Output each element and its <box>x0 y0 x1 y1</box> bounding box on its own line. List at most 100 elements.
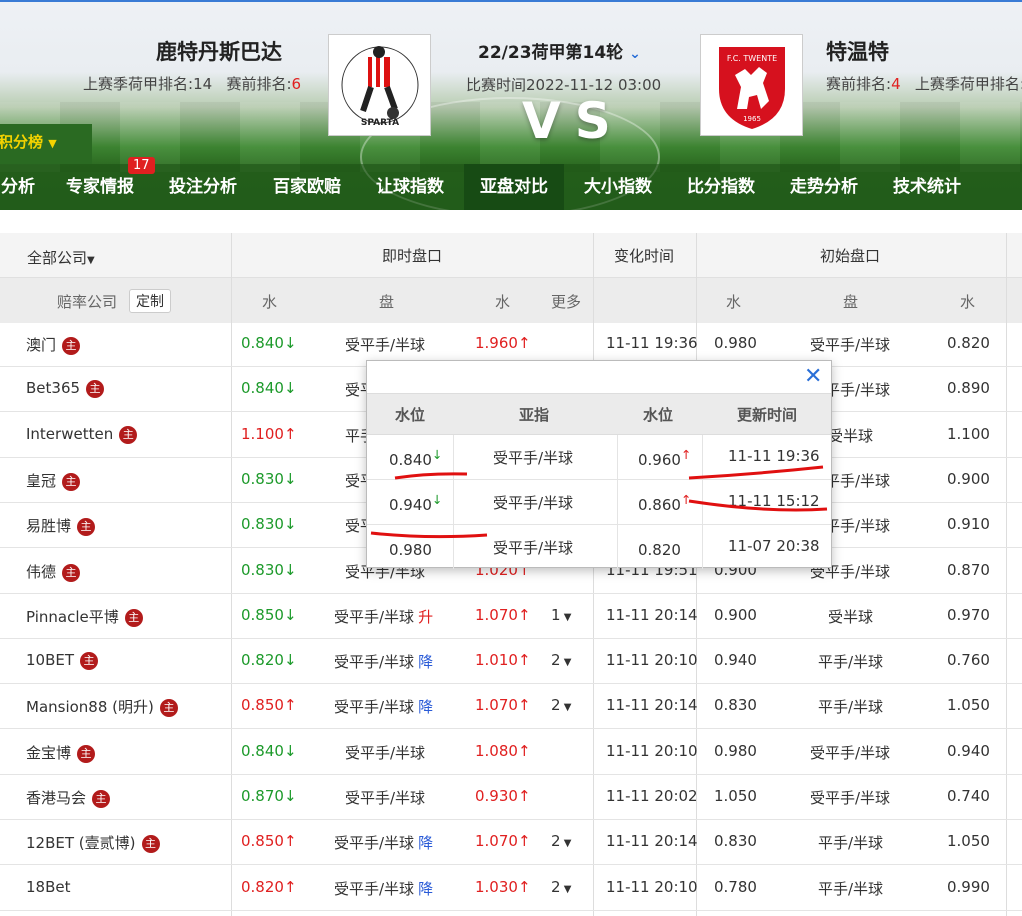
water-value: 0.830 <box>241 561 284 579</box>
vs-label: VS <box>522 92 625 150</box>
table-row[interactable]: 香港马会主 0.870↓ 受平手/半球 0.930↑ 11-11 20:02 1.050 受… <box>0 775 1022 820</box>
company-name-text[interactable]: 澳门 <box>26 336 56 354</box>
customize-button[interactable]: 定制 <box>129 289 171 313</box>
nav-trend[interactable]: 走势分析 <box>776 164 872 210</box>
water-value: 1.100 <box>241 425 284 443</box>
init-handicap: 受平手/半球 <box>810 789 891 807</box>
home-team-logo[interactable]: SPARTA <box>328 34 431 136</box>
live-water-away: 0.930↑ <box>475 787 531 805</box>
company-name-text[interactable]: Bet365 <box>26 379 80 397</box>
home-badge-icon: 主 <box>77 517 96 536</box>
home-badge-icon: 主 <box>80 651 99 670</box>
company-filter[interactable]: 全部公司▼ <box>27 247 95 268</box>
table-row[interactable]: 12BET (壹贰博) 主 0.850↑ 受平手/半球降 1.070↑ 2 ▼ 11-11 … <box>0 820 1022 865</box>
standings-tab[interactable]: 积分榜 ▼ <box>0 124 92 164</box>
home-team-name[interactable]: 鹿特丹斯巴达 <box>156 36 282 66</box>
live-water-away: 1.960↑ <box>475 334 531 352</box>
table-row[interactable]: 金宝博主 0.840↓ 受平手/半球 1.080↑ 11-11 20:10 0.980 受平… <box>0 730 1022 775</box>
col-init-line: 盘 <box>843 293 859 311</box>
water-value: 0.850 <box>241 606 284 624</box>
nav-euro-odds[interactable]: 百家欧赔 <box>259 164 355 210</box>
trend-arrow-icon: ↓ <box>431 492 443 507</box>
popup-cell: 受平手/半球 <box>493 537 573 558</box>
popup-cell: 0.960↑ <box>638 447 691 469</box>
sparta-logo-icon: SPARTA <box>341 46 418 128</box>
change-time: 11-11 20:14 <box>606 696 698 714</box>
trend-arrow-icon: ↑ <box>517 878 531 896</box>
popup-cell: 0.860↑ <box>638 492 691 514</box>
popup-grid <box>367 479 831 480</box>
away-team-name[interactable]: 特温特 <box>826 36 889 66</box>
init-water-away: 0.760 <box>947 651 990 669</box>
water-value: 0.820 <box>241 651 284 669</box>
popup-grid <box>453 435 454 569</box>
line-change-tag: 降 <box>418 653 434 671</box>
more-dropdown[interactable]: 2 ▼ <box>551 651 571 669</box>
nav-score-index[interactable]: 比分指数 <box>673 164 769 210</box>
round-selector[interactable]: 22/23荷甲第14轮 ⌄ <box>478 38 641 63</box>
company-name-text[interactable]: 皇冠 <box>26 472 56 490</box>
init-water-away: 0.940 <box>947 742 990 760</box>
table-row[interactable]: 18Bet 0.820↑ 受平手/半球降 1.030↑ 2 ▼ 11-11 20:10 0.… <box>0 866 1022 911</box>
caret-down-icon: ▼ <box>560 884 572 895</box>
company-name-text[interactable]: Mansion88 (明升) <box>26 698 154 716</box>
nav-betting-analysis[interactable]: 投注分析 <box>155 164 251 210</box>
live-water-away: 1.070↑ <box>475 832 531 850</box>
nav-handicap-index[interactable]: 让球指数 <box>362 164 458 210</box>
more-dropdown[interactable]: 1 ▼ <box>551 606 571 624</box>
trend-arrow-icon: ↓ <box>283 379 297 397</box>
init-handicap: 受半球 <box>828 608 874 626</box>
water-value: 0.840 <box>241 334 284 352</box>
trend-arrow-icon: ↓ <box>283 470 297 488</box>
trend-arrow-icon: ↓ <box>283 742 297 760</box>
nav-over-under[interactable]: 大小指数 <box>570 164 666 210</box>
water-value: 0.830 <box>241 515 284 533</box>
popup-update-time: 11-11 15:12 <box>728 492 820 510</box>
trend-arrow-icon: ↑ <box>283 832 297 850</box>
home-badge-icon: 主 <box>86 379 105 398</box>
sparta-logo-text: SPARTA <box>360 118 398 128</box>
company-name: 12BET (壹贰博) 主 <box>26 832 160 853</box>
more-dropdown[interactable]: 2 ▼ <box>551 696 571 714</box>
close-icon[interactable]: ✕ <box>804 364 822 389</box>
init-water-away: 0.870 <box>947 561 990 579</box>
company-name-text[interactable]: 12BET (壹贰博) <box>26 834 136 852</box>
col-more: 更多 <box>551 293 582 311</box>
company-name-text[interactable]: 18Bet <box>26 878 71 896</box>
company-name-text[interactable]: 香港马会 <box>26 789 86 807</box>
away-team-logo[interactable]: F.C. TWENTE 1965 <box>700 34 803 136</box>
caret-down-icon: ▼ <box>87 255 95 266</box>
company-name-text[interactable]: 伟德 <box>26 563 56 581</box>
company-name-text[interactable]: 10BET <box>26 651 74 669</box>
company-name-text[interactable]: Pinnacle平博 <box>26 608 119 626</box>
nav-analysis[interactable]: 分析 <box>0 164 48 210</box>
init-water-home: 0.900 <box>714 606 757 624</box>
more-dropdown[interactable]: 2 ▼ <box>551 878 571 896</box>
table-row[interactable]: 10BET 主 0.820↓ 受平手/半球降 1.010↑ 2 ▼ 11-11 20:10 0… <box>0 639 1022 684</box>
company-name: Bet365 主 <box>26 379 105 398</box>
trend-arrow-icon: ↑ <box>517 787 531 805</box>
home-badge-icon: 主 <box>62 472 81 491</box>
live-water-home: 0.830↓ <box>241 515 297 533</box>
company-name-text[interactable]: Interwetten <box>26 425 113 443</box>
company-name-text[interactable]: 易胜博 <box>26 517 71 535</box>
nav-asian-compare[interactable]: 亚盘对比 <box>464 164 564 210</box>
popup-cell: 11-07 20:38 <box>728 537 820 555</box>
water-value: 0.850 <box>241 832 284 850</box>
water-value: 0.820 <box>241 878 284 896</box>
away-last-season-label: 上赛季荷甲排名: <box>914 75 1022 93</box>
table-row[interactable]: Pinnacle平博主 0.850↓ 受平手/半球升 1.070↑ 1 ▼ 11-11 2… <box>0 594 1022 639</box>
more-count: 2 <box>551 651 561 669</box>
live-water-home: 1.100↑ <box>241 425 297 443</box>
line-change-tag: 降 <box>418 834 434 852</box>
change-time: 11-11 20:10 <box>606 651 698 669</box>
live-water-home: 0.850↑ <box>241 696 297 714</box>
live-water-home: 0.870↓ <box>241 787 297 805</box>
company-name-text[interactable]: 金宝博 <box>26 744 71 762</box>
group-initial: 初始盘口 <box>820 247 881 265</box>
live-water-home: 0.830↓ <box>241 561 297 579</box>
trend-arrow-icon: ↓ <box>283 787 297 805</box>
more-dropdown[interactable]: 2 ▼ <box>551 832 571 850</box>
nav-tech-stats[interactable]: 技术统计 <box>879 164 975 210</box>
table-row[interactable]: Mansion88 (明升) 主 0.850↑ 受平手/半球降 1.070↑ 2 ▼ 11-… <box>0 684 1022 729</box>
